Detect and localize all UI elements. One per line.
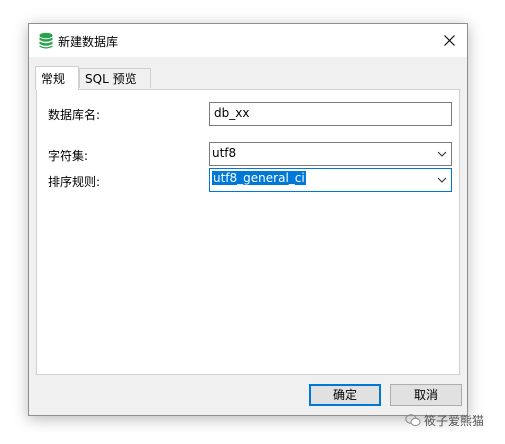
new-database-dialog: 新建数据库 常规 SQL 预览 数据库名: db_xx 字符集: utf8 排序… [28, 23, 468, 416]
general-panel: 数据库名: db_xx 字符集: utf8 排序规则: utf8_general… [36, 89, 460, 375]
wechat-icon [405, 414, 421, 427]
tab-sql-preview[interactable]: SQL 预览 [79, 68, 151, 88]
db-name-value: db_xx [214, 106, 250, 120]
title-bar: 新建数据库 [29, 24, 467, 57]
tab-strip: 常规 SQL 预览 [35, 66, 461, 90]
charset-value: utf8 [212, 146, 237, 160]
tab-general-label: 常规 [41, 72, 66, 86]
close-button[interactable] [431, 24, 467, 57]
charset-label: 字符集: [48, 149, 89, 163]
tab-sql-preview-label: SQL 预览 [85, 72, 137, 86]
collation-value: utf8_general_ci [212, 171, 306, 185]
cancel-button[interactable]: 取消 [390, 384, 462, 406]
cancel-button-label: 取消 [413, 388, 438, 402]
watermark: 筱子爱熊猫 [405, 412, 484, 429]
chevron-down-icon [437, 151, 447, 157]
db-name-label: 数据库名: [48, 108, 101, 122]
db-name-input[interactable]: db_xx [209, 102, 452, 126]
watermark-text: 筱子爱熊猫 [424, 414, 485, 428]
charset-select[interactable]: utf8 [209, 142, 452, 166]
close-icon [443, 35, 455, 46]
ok-button[interactable]: 确定 [309, 384, 381, 406]
collation-label: 排序规则: [48, 175, 101, 189]
collation-select[interactable]: utf8_general_ci [209, 168, 452, 192]
chevron-down-icon [437, 177, 447, 183]
database-icon [39, 32, 53, 49]
ok-button-label: 确定 [332, 388, 357, 402]
tab-general[interactable]: 常规 [35, 66, 79, 90]
dialog-title: 新建数据库 [58, 35, 119, 49]
